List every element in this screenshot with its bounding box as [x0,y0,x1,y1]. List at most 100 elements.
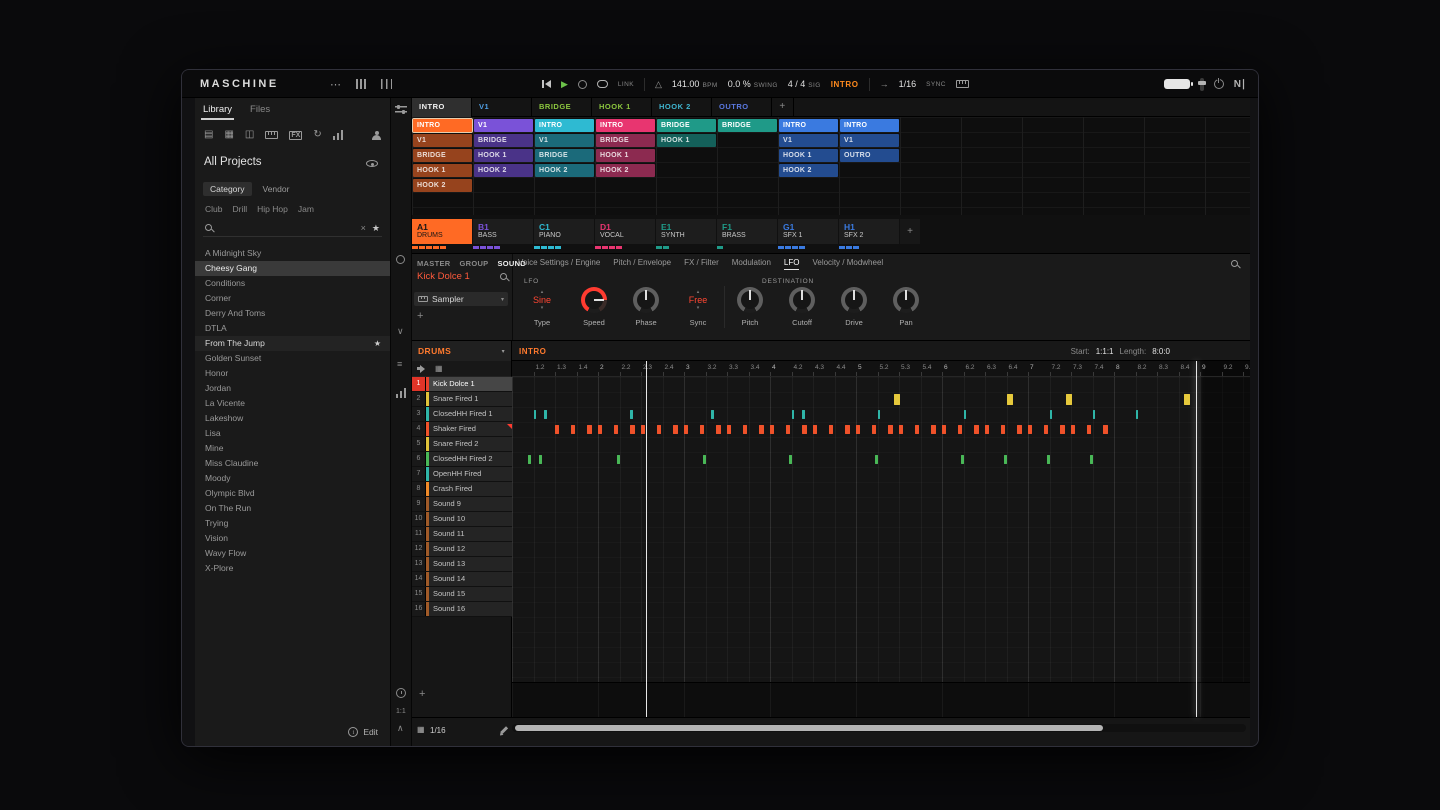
swing-display[interactable]: 0.0 %SWING [728,79,778,89]
restart-button[interactable] [542,80,551,88]
power-icon[interactable] [1214,79,1224,89]
plugin-search-icon[interactable] [1231,260,1240,269]
sound-row[interactable]: 8Crash Fired [412,482,512,497]
pattern-cell[interactable]: HOOK 1 [474,149,533,162]
note-event[interactable] [786,425,790,434]
filter-tag[interactable]: Drill [232,204,247,214]
page-tab-lfo[interactable]: LFO [784,258,800,270]
sound-row[interactable]: 14Sound 14 [412,572,512,587]
pattern-cell[interactable]: V1 [779,134,838,147]
mixer-toggle-icon[interactable] [381,79,392,89]
metronome-icon[interactable]: △ [655,80,662,89]
note-event[interactable] [1060,425,1064,434]
levels-icon[interactable] [396,388,406,398]
note-event[interactable] [894,394,900,405]
list-item[interactable]: DTLA [195,321,390,336]
sound-row[interactable]: 1Kick Dolce 1 [412,377,512,392]
sound-row[interactable]: 16Sound 16 [412,602,512,617]
search-icon[interactable] [205,224,214,233]
pattern-cell[interactable]: INTRO [413,119,472,132]
keyboard-icon[interactable] [956,80,969,88]
note-event[interactable] [829,425,833,434]
note-event[interactable] [743,425,747,434]
note-event[interactable] [1028,425,1032,434]
pattern-cell[interactable]: V1 [413,134,472,147]
list-item[interactable]: Golden Sunset [195,351,390,366]
bpm-display[interactable]: 141.00BPM [672,79,718,89]
pattern-cell[interactable]: INTRO [840,119,899,132]
grid-resolution-value[interactable]: 1/16 [430,726,446,735]
sound-row[interactable]: 4Shaker Fired [412,422,512,437]
link-toggle[interactable]: LINK [618,81,634,88]
pattern-cell[interactable]: HOOK 2 [535,164,594,177]
section-display[interactable]: INTRO [831,80,859,89]
record-button[interactable] [578,80,587,89]
projects-icon[interactable]: ▤ [204,130,213,140]
note-event[interactable] [899,425,903,434]
pattern-cell[interactable]: BRIDGE [718,119,777,132]
add-group-button[interactable]: + [900,219,920,244]
add-plugin-button[interactable]: + [417,310,423,322]
note-event[interactable] [630,425,634,434]
note-event[interactable] [878,410,881,419]
note-event[interactable] [630,410,633,419]
filter-tag[interactable]: Hip Hop [257,204,288,214]
pattern-cell[interactable]: BRIDGE [413,149,472,162]
note-event[interactable] [845,425,849,434]
add-sound-button[interactable]: + [419,688,425,700]
note-event[interactable] [617,455,620,464]
note-event[interactable] [539,455,542,464]
playhead[interactable] [646,361,647,717]
edit-button[interactable]: Edit [363,727,378,737]
start-value[interactable]: 1:1:1 [1096,347,1114,356]
instruments-icon[interactable] [265,131,278,139]
filter-tab-vendor[interactable]: Vendor [256,182,297,196]
note-event[interactable] [544,410,547,419]
scene-tab-hook-2[interactable]: HOOK 2 [652,98,712,117]
group-slot-f1[interactable]: F1BRASS [717,219,777,244]
note-event[interactable] [555,425,559,434]
note-event[interactable] [571,425,575,434]
master-volume-slider[interactable] [1164,79,1190,89]
list-item[interactable]: La Vicente [195,396,390,411]
list-item[interactable]: Miss Claudine [195,456,390,471]
pattern-cell[interactable]: HOOK 2 [596,164,655,177]
signature-display[interactable]: 4 / 4SIG [788,79,821,89]
note-event[interactable] [974,425,978,434]
note-event[interactable] [958,425,962,434]
note-event[interactable] [684,425,688,434]
note-event[interactable] [673,425,677,434]
note-event[interactable] [1007,394,1013,405]
list-item[interactable]: Honor [195,366,390,381]
note-event[interactable] [1093,410,1096,419]
samples-icon[interactable] [333,130,343,140]
sound-search-icon[interactable] [500,273,509,282]
pattern-cell[interactable]: V1 [474,119,533,132]
sync-toggle[interactable]: SYNC [926,81,946,88]
chevron-up-icon[interactable]: ∧ [397,724,404,733]
note-event[interactable] [727,425,731,434]
note-event[interactable] [931,425,935,434]
note-event[interactable] [528,455,531,464]
scene-tab-bridge[interactable]: BRIDGE [532,98,592,117]
note-event[interactable] [875,455,878,464]
loop-button[interactable] [597,80,608,88]
clock-icon[interactable] [396,688,406,698]
sound-row[interactable]: 12Sound 12 [412,542,512,557]
scrollbar-thumb[interactable] [515,725,1103,731]
list-item[interactable]: Trying [195,516,390,531]
browser-tab-files[interactable]: Files [248,101,272,120]
sound-row[interactable]: 7OpenHH Fired [412,467,512,482]
list-item[interactable]: Jordan [195,381,390,396]
pattern-cell[interactable]: HOOK 1 [413,164,472,177]
pattern-cell[interactable]: HOOK 2 [779,164,838,177]
note-event[interactable] [700,425,704,434]
note-event[interactable] [614,425,618,434]
pattern-cell[interactable]: BRIDGE [657,119,716,132]
note-grid[interactable] [512,377,1250,682]
eye-icon[interactable] [366,160,378,167]
list-item[interactable]: A Midnight Sky [195,246,390,261]
pencil-icon[interactable] [498,726,508,736]
browser-tab-library[interactable]: Library [201,101,234,120]
note-event[interactable] [534,410,537,419]
